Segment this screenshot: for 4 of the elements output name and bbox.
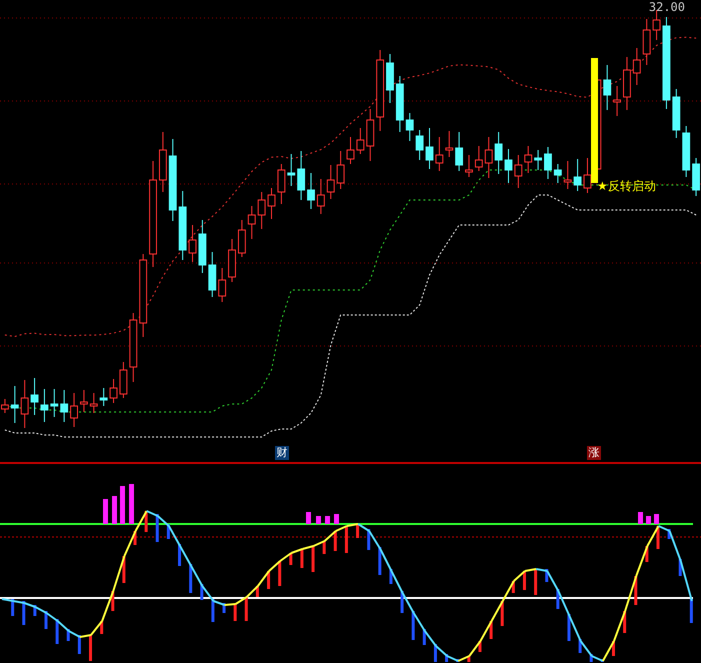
event-marker: 财 bbox=[275, 446, 289, 460]
signal-label: ★反转启动 bbox=[597, 178, 656, 195]
price-label: 32.00 bbox=[648, 0, 685, 14]
event-marker: 涨 bbox=[587, 446, 601, 460]
